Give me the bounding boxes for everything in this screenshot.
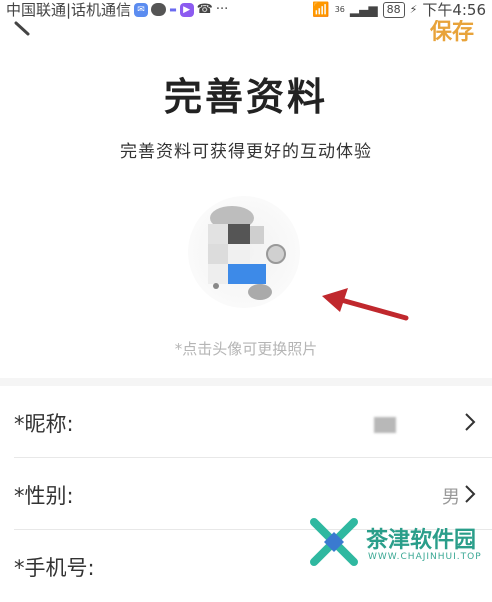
chevron-right-icon (465, 413, 476, 431)
avatar-hint: *点击头像可更换照片 (174, 340, 318, 358)
app-logo-icon: ▬ (169, 5, 177, 14)
avatar-image (208, 206, 286, 300)
missed-call-icon: ☎ (196, 2, 213, 17)
phone-label: *手机号: (14, 556, 95, 580)
gender-label: *性别: (14, 484, 74, 508)
status-bar: 中国联通|话机通信 ✉ ▬ ▶ ☎ ··· 📶 36 ▂▄▆ 88 ⚡ 下午4:… (0, 0, 492, 20)
back-arrow-icon[interactable] (12, 20, 34, 36)
carrier-name: 中国联通|话机通信 (6, 1, 132, 19)
avatar[interactable] (188, 196, 300, 308)
watermark: 茶津软件园 WWW.CHAJINHUI.TOP (306, 516, 492, 568)
status-right: 📶 36 ▂▄▆ 88 ⚡ 下午4:56 (312, 0, 486, 20)
gender-value: 男 (442, 487, 460, 508)
media-app-icon: ▶ (179, 2, 194, 17)
nickname-row[interactable]: *昵称: (14, 386, 492, 458)
status-left: 中国联通|话机通信 ✉ ▬ ▶ ☎ ··· (6, 0, 228, 20)
nickname-label: *昵称: (14, 412, 74, 436)
charging-icon: ⚡ (409, 3, 418, 16)
battery-icon: 88 (382, 1, 405, 18)
watermark-name: 茶津软件园 (366, 528, 477, 553)
section-divider (0, 378, 492, 386)
network-type: 36 (334, 5, 345, 14)
app-notification-icon: ✉ (134, 2, 149, 17)
nickname-value-redacted (374, 417, 396, 433)
page-subtitle: 完善资料可获得更好的互动体验 (120, 142, 372, 162)
wifi-icon: 📶 (312, 1, 330, 18)
signal-icon: ▂▄▆ (349, 2, 378, 17)
red-arrow-icon (322, 288, 409, 321)
chat-bubble-icon (151, 3, 167, 16)
watermark-url: WWW.CHAJINHUI.TOP (368, 552, 482, 562)
page-title: 完善资料 (163, 75, 328, 119)
watermark-logo-icon (310, 518, 358, 566)
clock: 下午4:56 (422, 1, 486, 19)
more-notifications-icon: ··· (215, 2, 229, 17)
chevron-right-icon (465, 485, 476, 503)
